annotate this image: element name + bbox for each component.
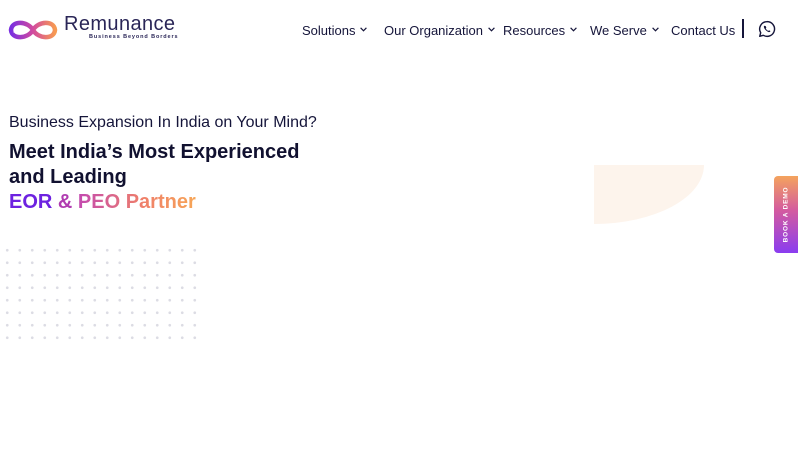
brand-logo[interactable]: Remunance Business Beyond Borders [8,13,179,44]
hero-kicker: Business Expansion In India on Your Mind… [9,114,317,131]
nav-we-serve[interactable]: We Serve [590,21,659,39]
nav-solutions[interactable]: Solutions [302,21,368,39]
brand-name: Remunance [64,13,176,35]
quarter-shape-decoration [594,165,704,224]
hero-title: Meet India’s Most Experienced and Leadin… [9,140,339,190]
whatsapp-icon[interactable] [758,20,776,38]
nav-contact-us[interactable]: Contact Us [671,21,735,39]
hero-accent-ampersand: & [57,191,73,213]
hero-accent-line: EOR & PEO Partner [9,190,196,215]
infinity-logo-icon [8,20,58,40]
book-a-demo-label: BOOK A DEMO [782,186,790,243]
nav-our-organization[interactable]: Our Organization [384,21,495,39]
nav-divider [742,19,744,38]
hero-accent-eor: EOR [9,191,53,213]
nav-contact-us-label: Contact Us [671,22,736,38]
dot-grid-decoration [0,243,200,345]
book-a-demo-tab[interactable]: BOOK A DEMO [774,176,798,253]
chevron-down-icon [652,27,659,32]
nav-our-organization-label: Our Organization [384,22,483,38]
chevron-down-icon [570,27,577,32]
brand-tagline: Business Beyond Borders [89,34,179,40]
hero-title-line-2: and Leading [9,166,127,188]
chevron-down-icon [360,27,368,32]
hero-accent-peo-partner: PEO Partner [77,191,196,213]
hero-title-line-1: Meet India’s Most Experienced [9,141,300,163]
nav-resources-label: Resources [503,22,566,38]
chevron-down-icon [488,27,495,32]
nav-solutions-label: Solutions [302,22,356,38]
nav-resources[interactable]: Resources [503,21,577,39]
page: Remunance Business Beyond Borders Soluti… [0,0,800,450]
site-header: Remunance Business Beyond Borders Soluti… [0,0,800,58]
nav-we-serve-label: We Serve [590,22,647,38]
